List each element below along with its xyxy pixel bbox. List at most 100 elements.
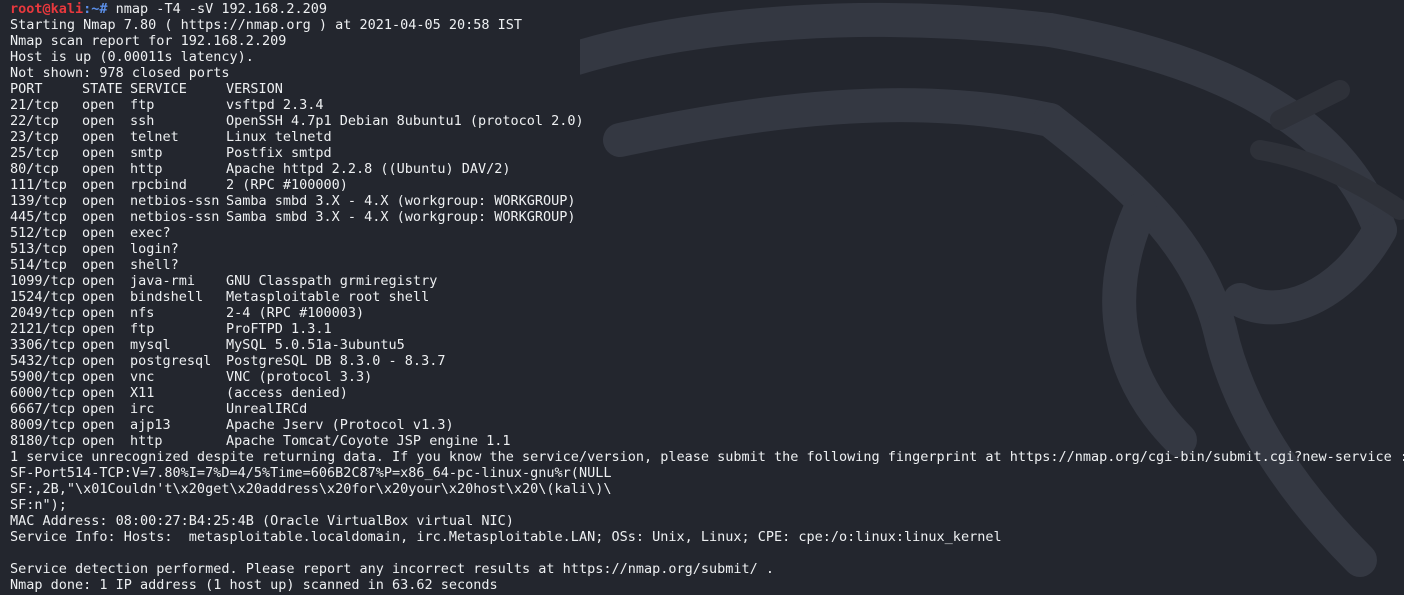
table-row: 8180/tcp open http Apache Tomcat/Coyote JSP… [10, 433, 584, 449]
ports-table: PORT STATE SERVICE VERSION 21/tcp open ftp… [10, 81, 584, 449]
state-cell: open [82, 97, 115, 113]
command-line: root@kali:~# nmap -T4 -sV 192.168.2.209 [10, 1, 1398, 17]
state-cell: open [82, 113, 115, 129]
state-cell: open [82, 241, 115, 257]
service-cell: exec? [130, 225, 171, 241]
table-row: 445/tcp open netbios-ssn Samba smbd 3.X - 4… [10, 209, 584, 225]
state-cell: open [82, 193, 115, 209]
service-cell: ftp [130, 321, 155, 337]
state-cell: open [82, 273, 115, 289]
state-cell: open [82, 177, 115, 193]
service-cell: nfs [130, 305, 155, 321]
port-cell: 25/tcp [10, 145, 59, 161]
port-cell: 2049/tcp [10, 305, 76, 321]
column-header-service: SERVICE [130, 81, 187, 97]
port-cell: 8180/tcp [10, 433, 76, 449]
state-cell: open [82, 353, 115, 369]
state-cell: open [82, 337, 115, 353]
prompt-user-host: root@kali [10, 1, 84, 17]
state-cell: open [82, 257, 115, 273]
service-cell: http [130, 161, 163, 177]
version-cell: Apache Tomcat/Coyote JSP engine 1.1 [226, 433, 511, 449]
state-cell: open [82, 161, 115, 177]
column-header-port: PORT [10, 81, 43, 97]
table-row: 2121/tcp open ftp ProFTPD 1.3.1 [10, 321, 584, 337]
version-cell: Metasploitable root shell [226, 289, 430, 305]
service-cell: java-rmi [130, 273, 196, 289]
port-cell: 5900/tcp [10, 369, 76, 385]
state-cell: open [82, 209, 115, 225]
port-cell: 139/tcp [10, 193, 67, 209]
port-cell: 22/tcp [10, 113, 59, 129]
table-row: 139/tcp open netbios-ssn Samba smbd 3.X - 4… [10, 193, 584, 209]
table-row: 111/tcp open rpcbind 2 (RPC #100000) [10, 177, 584, 193]
version-cell [226, 241, 584, 257]
command-text: nmap -T4 -sV 192.168.2.209 [115, 1, 327, 17]
table-row: 22/tcp open ssh OpenSSH 4.7p1 Debian 8ubunt… [10, 113, 584, 129]
table-row: 512/tcp open exec? [10, 225, 584, 241]
state-cell: open [82, 129, 115, 145]
port-cell: 6667/tcp [10, 401, 76, 417]
port-cell: 21/tcp [10, 97, 59, 113]
table-row: 2049/tcp open nfs 2-4 (RPC #100003) [10, 305, 584, 321]
column-header-version: VERSION [226, 81, 283, 97]
output-line: Host is up (0.00011s latency). [10, 49, 254, 65]
version-cell: Samba smbd 3.X - 4.X (workgroup: WORKGRO… [226, 193, 576, 209]
port-cell: 1524/tcp [10, 289, 76, 305]
state-cell: open [82, 305, 115, 321]
output-line: Not shown: 978 closed ports [10, 65, 230, 81]
version-cell: GNU Classpath grmiregistry [226, 273, 438, 289]
port-cell: 514/tcp [10, 257, 67, 273]
table-row: 5432/tcp open postgresql PostgreSQL DB 8.3.… [10, 353, 584, 369]
port-cell: 2121/tcp [10, 321, 76, 337]
service-cell: X11 [130, 385, 155, 401]
port-cell: 80/tcp [10, 161, 59, 177]
terminal-window[interactable]: root@kali:~# nmap -T4 -sV 192.168.2.209 … [0, 0, 1404, 595]
prompt-separator: :~# [83, 1, 116, 17]
service-cell: telnet [130, 129, 179, 145]
service-cell: mysql [130, 337, 171, 353]
output-line: Service detection performed. Please repo… [10, 561, 775, 577]
table-row: 23/tcp open telnet Linux telnetd [10, 129, 584, 145]
port-cell: 111/tcp [10, 177, 67, 193]
state-cell: open [82, 145, 115, 161]
table-row: 5900/tcp open vnc VNC (protocol 3.3) [10, 369, 584, 385]
service-cell: bindshell [130, 289, 204, 305]
service-cell: http [130, 433, 163, 449]
state-cell: open [82, 433, 115, 449]
table-row: 513/tcp open login? [10, 241, 584, 257]
version-cell: Apache Jserv (Protocol v1.3) [226, 417, 454, 433]
port-cell: 8009/tcp [10, 417, 76, 433]
version-cell: Apache httpd 2.2.8 ((Ubuntu) DAV/2) [226, 161, 511, 177]
table-row: 1099/tcp open java-rmi GNU Classpath grmire… [10, 273, 584, 289]
table-row: 514/tcp open shell? [10, 257, 584, 273]
version-cell: Linux telnetd [226, 129, 332, 145]
version-cell: PostgreSQL DB 8.3.0 - 8.3.7 [226, 353, 446, 369]
state-cell: open [82, 369, 115, 385]
version-cell: vsftpd 2.3.4 [226, 97, 324, 113]
output-line: Nmap scan report for 192.168.2.209 [10, 33, 287, 49]
output-line: SF:,2B,"\x01Couldn't\x20get\x20address\x… [10, 481, 612, 497]
terminal-output: root@kali:~# nmap -T4 -sV 192.168.2.209 … [10, 1, 1404, 595]
port-cell: 3306/tcp [10, 337, 76, 353]
table-row: 3306/tcp open mysql MySQL 5.0.51a-3ubuntu5 [10, 337, 584, 353]
table-row: 25/tcp open smtp Postfix smtpd [10, 145, 584, 161]
version-cell: 2-4 (RPC #100003) [226, 305, 365, 321]
service-cell: rpcbind [130, 177, 187, 193]
port-cell: 23/tcp [10, 129, 59, 145]
table-row: 1524/tcp open bindshell Metasploitable root… [10, 289, 584, 305]
ports-table-header: PORT STATE SERVICE VERSION [10, 81, 584, 97]
version-cell: 2 (RPC #100000) [226, 177, 348, 193]
service-cell: ssh [130, 113, 155, 129]
service-cell: ftp [130, 97, 155, 113]
service-cell: shell? [130, 257, 179, 273]
service-cell: irc [130, 401, 155, 417]
port-cell: 1099/tcp [10, 273, 76, 289]
version-cell: MySQL 5.0.51a-3ubuntu5 [226, 337, 405, 353]
service-cell: ajp13 [130, 417, 171, 433]
output-line: SF-Port514-TCP:V=7.80%I=7%D=4/5%Time=606… [10, 465, 612, 481]
state-cell: open [82, 401, 115, 417]
version-cell: OpenSSH 4.7p1 Debian 8ubuntu1 (protocol … [226, 113, 584, 129]
output-line: Starting Nmap 7.80 ( https://nmap.org ) … [10, 17, 523, 33]
output-line: SF:n"); [10, 497, 67, 513]
